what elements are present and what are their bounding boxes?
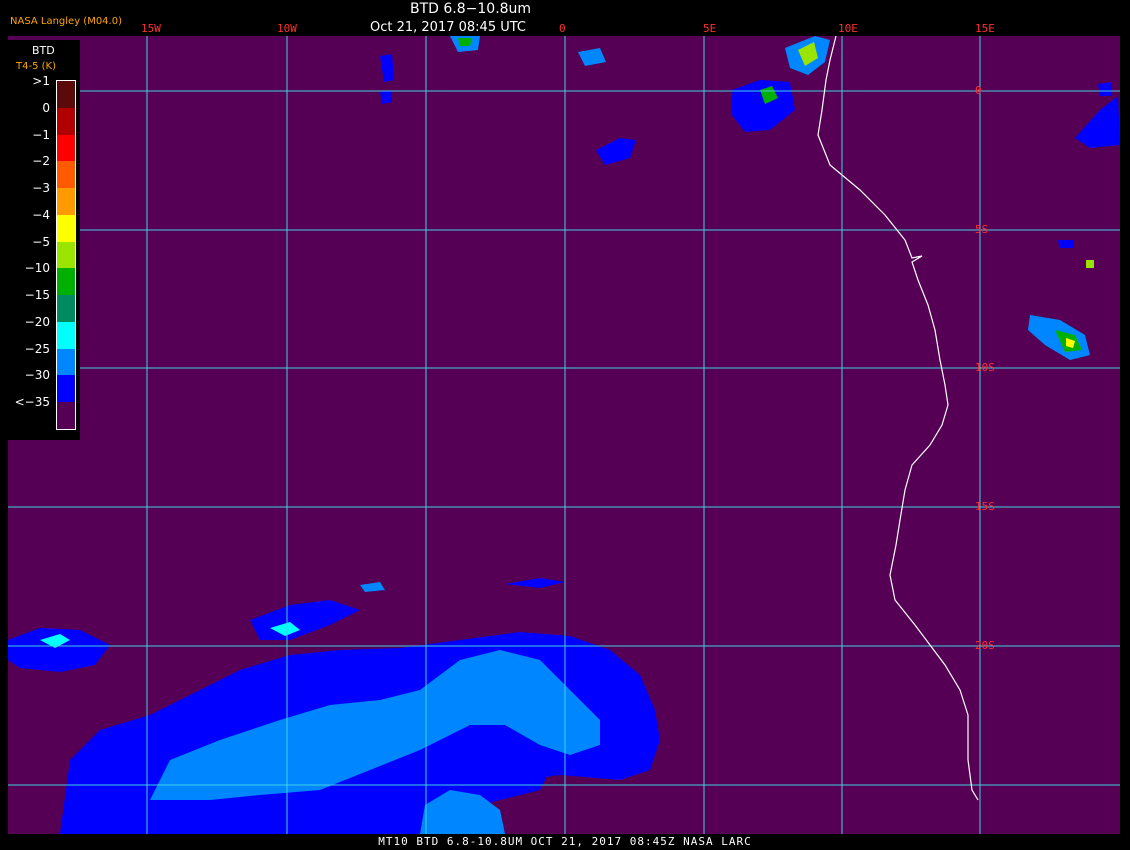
legend-tick-label: −3 (32, 181, 50, 196)
legend-subtitle: T4-5 (K) (16, 61, 56, 72)
legend-tick-label: −15 (24, 288, 50, 303)
legend-color-bar (56, 80, 76, 430)
legend-swatch (57, 268, 75, 296)
footer-caption: MT10 BTD 6.8-10.8UM OCT 21, 2017 08:45Z … (0, 834, 1130, 850)
satellite-map (0, 0, 1130, 850)
legend-tick-label: −25 (24, 341, 50, 356)
legend-swatch (57, 375, 75, 403)
cloud-north-3-green (458, 38, 472, 46)
legend-tick-label: −1 (32, 127, 50, 142)
legend-swatch (57, 81, 75, 108)
legend-swatch (57, 134, 75, 162)
legend-tick-label: <−35 (14, 395, 50, 410)
legend-tick-label: 0 (42, 100, 50, 115)
lon-label-15w: 15W (141, 22, 161, 35)
map-title: BTD 6.8−10.8um (410, 1, 532, 17)
legend-tick-label: >1 (32, 74, 50, 88)
legend-swatch (57, 188, 75, 216)
lon-label-0: 0 (559, 22, 566, 35)
lat-label-0: 0 (975, 84, 982, 97)
cloud-east-2 (1098, 82, 1112, 96)
provider-label: NASA Langley (M04.0) (10, 16, 122, 27)
legend-tick-label: −5 (32, 234, 50, 249)
lon-label-5e: 5E (703, 22, 717, 35)
legend-swatch (57, 348, 75, 376)
legend-swatch (57, 402, 75, 430)
legend-swatch (57, 241, 75, 269)
legend-swatch (57, 161, 75, 189)
cloud-east-5 (1086, 260, 1094, 268)
legend-tick-label: −10 (24, 261, 50, 276)
legend-title: BTD (32, 44, 55, 57)
legend-swatch (57, 295, 75, 323)
legend-swatch (57, 107, 75, 135)
lat-label-15s: 15S (975, 500, 995, 513)
legend-tick-label: −4 (32, 207, 50, 222)
lon-label-15e: 15E (975, 22, 995, 35)
lat-label-5s: 5S (975, 223, 989, 236)
lon-label-10w: 10W (277, 22, 297, 35)
color-legend: BTD T4-5 (K) >1 0 −1 −2 −3 −4 −5 −10 −15 −20 −25 −3… (8, 40, 80, 440)
cloud-north-7 (380, 90, 392, 104)
legend-tick-label: −30 (24, 368, 50, 383)
legend-swatch (57, 214, 75, 242)
lon-label-10e: 10E (838, 22, 858, 35)
cloud-east-4 (1058, 240, 1074, 248)
legend-tick-label: −20 (24, 314, 50, 329)
lat-label-20s: 20S (975, 639, 995, 652)
legend-tick-label: −2 (32, 154, 50, 169)
lat-label-10s: 10S (975, 361, 995, 374)
legend-swatch (57, 321, 75, 349)
map-timestamp: Oct 21, 2017 08:45 UTC (370, 20, 526, 35)
